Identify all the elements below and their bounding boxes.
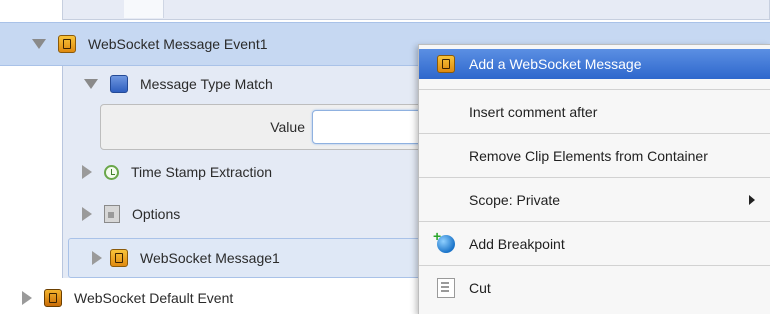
previous-container-inner	[124, 0, 164, 18]
message-type-icon	[110, 75, 128, 93]
menu-separator	[419, 133, 770, 134]
menu-item-label: Add Breakpoint	[469, 236, 565, 252]
expand-toggle-icon[interactable]	[92, 251, 102, 265]
breakpoint-icon	[433, 228, 455, 253]
cut-icon	[437, 278, 455, 298]
menu-item-label: Cut	[469, 280, 491, 296]
menu-item-label: Insert comment after	[469, 104, 598, 120]
tree-row-label: WebSocket Message1	[140, 250, 280, 266]
tree-row-options[interactable]: Options	[82, 192, 180, 236]
websocket-message-icon	[437, 55, 455, 73]
expand-toggle-icon[interactable]	[22, 291, 32, 305]
menu-item-insert-comment-after[interactable]: Insert comment after	[419, 91, 770, 133]
menu-item-cut[interactable]: Cut	[419, 267, 770, 309]
menu-item-label: Scope: Private	[469, 192, 561, 208]
tree-row-websocket-message1[interactable]: WebSocket Message1	[92, 238, 280, 278]
menu-item-scope-private[interactable]: Scope: Private	[419, 179, 770, 221]
submenu-arrow-icon	[749, 195, 755, 205]
menu-separator	[419, 221, 770, 222]
tree-row-label: WebSocket Message Event1	[88, 36, 268, 52]
menu-item-label: Add a WebSocket Message	[469, 56, 642, 72]
menu-separator	[419, 177, 770, 178]
tree-row-label: Message Type Match	[140, 76, 273, 92]
tree-row-websocket-default-event[interactable]: WebSocket Default Event	[0, 282, 233, 314]
previous-container-stub	[62, 0, 770, 20]
websocket-message-icon	[110, 249, 128, 267]
menu-item-add-breakpoint[interactable]: Add Breakpoint	[419, 223, 770, 265]
websocket-event-icon	[58, 35, 76, 53]
menu-separator	[419, 89, 770, 90]
clock-icon	[104, 164, 119, 180]
value-label: Value	[270, 119, 305, 135]
expand-toggle-icon[interactable]	[82, 207, 92, 221]
options-icon	[104, 205, 120, 223]
menu-item-remove-clip-elements[interactable]: Remove Clip Elements from Container	[419, 135, 770, 177]
tree-row-label: WebSocket Default Event	[74, 290, 234, 306]
menu-item-label: Remove Clip Elements from Container	[469, 148, 708, 164]
tree-row-time-stamp-extraction[interactable]: Time Stamp Extraction	[82, 152, 272, 192]
context-menu: Add a WebSocket Message Insert comment a…	[418, 44, 770, 314]
expand-toggle-icon[interactable]	[84, 79, 98, 89]
tree-row-label: Options	[132, 206, 181, 222]
tree-row-message-type-match[interactable]: Message Type Match	[78, 66, 273, 102]
expand-toggle-icon[interactable]	[82, 165, 92, 179]
expand-toggle-icon[interactable]	[32, 39, 46, 49]
menu-separator	[419, 265, 770, 266]
websocket-event-icon	[44, 289, 62, 307]
menu-item-add-websocket-message[interactable]: Add a WebSocket Message	[419, 49, 770, 79]
tree-row-label: Time Stamp Extraction	[131, 164, 273, 180]
